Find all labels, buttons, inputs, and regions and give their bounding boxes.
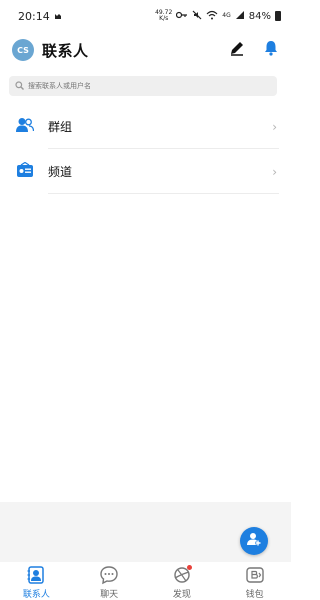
divider (48, 193, 279, 194)
list-item-groups[interactable]: 群组 › (0, 104, 291, 149)
channel-icon (16, 161, 34, 182)
search-bar[interactable] (9, 76, 277, 96)
tab-label: 钱包 (245, 590, 264, 600)
notifications-button[interactable] (261, 40, 281, 60)
status-right: 49.72 K/s 4G 84% (155, 10, 281, 23)
avatar[interactable]: CS (12, 39, 34, 61)
header-actions (227, 40, 281, 60)
discover-icon (171, 564, 193, 586)
vpn-key-icon (176, 11, 188, 22)
battery-icon (275, 11, 281, 21)
tab-discover[interactable]: 发现 (152, 564, 212, 600)
status-time: 20:14 (18, 9, 50, 23)
status-left: 20:14 (18, 10, 62, 23)
group-icon (16, 117, 35, 137)
chevron-right-icon: › (272, 164, 277, 179)
network-type: 4G (222, 12, 231, 19)
network-speed: 49.72 K/s (155, 9, 173, 22)
avatar-initials: CS (17, 45, 29, 55)
bell-icon (264, 40, 278, 60)
tab-label: 聊天 (100, 590, 119, 600)
signal-icon (235, 10, 245, 23)
notification-icon (54, 10, 62, 23)
tab-chats[interactable]: 聊天 (79, 564, 139, 600)
page-title: 联系人 (42, 41, 89, 60)
mute-icon (192, 10, 202, 23)
add-user-icon (246, 531, 262, 551)
pencil-icon (229, 40, 245, 60)
tab-contacts[interactable]: 联系人 (6, 564, 66, 600)
tab-label: 发现 (172, 590, 191, 600)
list-item-label: 频道 (48, 165, 73, 179)
notification-badge (186, 565, 192, 570)
tab-label: 联系人 (22, 590, 50, 600)
chat-icon (98, 564, 120, 586)
battery-percent: 84% (248, 10, 271, 22)
chevron-right-icon: › (272, 119, 277, 134)
add-contact-button[interactable] (240, 527, 268, 555)
status-bar: 20:14 49.72 K/s 4G 84% (0, 0, 291, 32)
list-item-channels[interactable]: 频道 › (0, 149, 291, 194)
contacts-list: 群组 › 频道 › (0, 104, 291, 194)
tab-wallet[interactable]: 钱包 (225, 564, 285, 600)
search-icon (15, 80, 24, 92)
wifi-icon (206, 10, 218, 23)
search-input[interactable] (28, 82, 248, 90)
bottom-tab-bar: 联系人 聊天 发现 钱包 (0, 562, 291, 600)
app-header: CS 联系人 (0, 36, 291, 64)
edit-button[interactable] (227, 40, 247, 60)
list-item-label: 群组 (48, 120, 73, 134)
contacts-icon (25, 564, 47, 586)
wallet-icon (244, 564, 266, 586)
